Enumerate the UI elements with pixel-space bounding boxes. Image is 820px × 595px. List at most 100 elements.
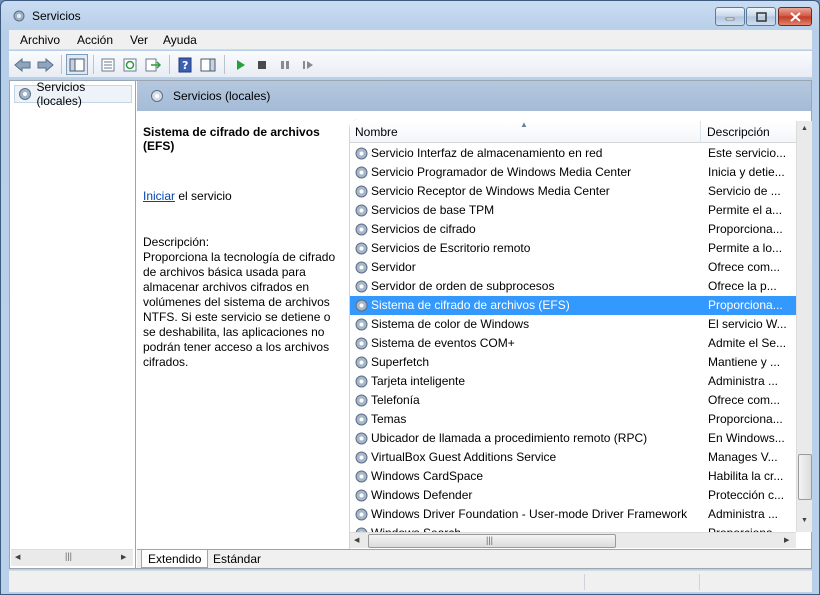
- restart-service-button[interactable]: [297, 54, 319, 75]
- forward-button[interactable]: [34, 54, 56, 75]
- tab-estandar[interactable]: Estándar: [207, 550, 267, 568]
- column-header-label: Descripción: [707, 125, 770, 139]
- table-row[interactable]: Servicio Programador de Windows Media Ce…: [350, 163, 796, 182]
- start-service-button[interactable]: [229, 54, 251, 75]
- gear-icon: [355, 413, 368, 426]
- scroll-grip-icon: |||: [486, 535, 494, 545]
- export-list-button[interactable]: [142, 54, 164, 75]
- tree-node-label: Servicios (locales): [36, 80, 86, 108]
- service-name: Servicios de base TPM: [371, 203, 495, 217]
- table-row[interactable]: Servidor Ofrece com...: [350, 258, 796, 277]
- gear-icon: [13, 10, 25, 22]
- service-description: El servicio W...: [708, 317, 787, 331]
- horizontal-scroll-thumb[interactable]: |||: [368, 534, 616, 548]
- scroll-right-icon[interactable]: ▶: [121, 553, 126, 561]
- table-row[interactable]: Windows SearchProporciona...: [350, 524, 796, 532]
- service-name: Servidor de orden de subprocesos: [371, 279, 555, 293]
- service-name: Windows CardSpace: [371, 469, 484, 483]
- service-name: Servicio Programador de Windows Media Ce…: [371, 165, 632, 179]
- table-row[interactable]: Superfetch Mantiene y ...: [350, 353, 796, 372]
- show-hide-tree-icon: [69, 58, 85, 71]
- table-row[interactable]: Windows Defender Protección c...: [350, 486, 796, 505]
- table-row[interactable]: Servicios de cifrado Proporciona...: [350, 220, 796, 239]
- gear-icon: [355, 261, 368, 274]
- service-name: Servicio Interfaz de almacenamiento en r…: [371, 146, 603, 160]
- refresh-icon: [123, 58, 137, 71]
- scroll-up-icon[interactable]: ▲: [801, 125, 808, 132]
- gear-icon: [19, 88, 31, 100]
- service-description: Proporciona...: [708, 222, 783, 236]
- service-description: Ofrece com...: [708, 393, 781, 407]
- menu-bar: Archivo Acción Ver Ayuda: [9, 30, 812, 50]
- start-service-link[interactable]: Iniciar: [143, 189, 175, 203]
- service-name: Sistema de eventos COM+: [371, 336, 515, 350]
- table-row[interactable]: Servicio Receptor de Windows Media Cente…: [350, 182, 796, 201]
- table-row[interactable]: Sistema de cifrado de archivos (EFS) Prop…: [350, 296, 796, 315]
- table-row[interactable]: Sistema de color de Windows El servicio W…: [350, 315, 796, 334]
- help-icon: ?: [178, 57, 192, 72]
- table-row[interactable]: Temas Proporciona...: [350, 410, 796, 429]
- list-vertical-scrollbar[interactable]: ▲ ▼: [796, 121, 812, 532]
- scroll-grip-icon: |||: [65, 551, 73, 561]
- gear-icon: [355, 337, 368, 350]
- table-row[interactable]: Windows CardSpace Habilita la cr...: [350, 467, 796, 486]
- table-row[interactable]: Sistema de eventos COM+ Admite el Se...: [350, 334, 796, 353]
- minimize-button[interactable]: [715, 7, 745, 26]
- start-service-icon: [237, 59, 245, 70]
- table-row[interactable]: Telefonía Ofrece com...: [350, 391, 796, 410]
- scroll-down-icon[interactable]: ▼: [801, 517, 808, 524]
- maximize-button[interactable]: [746, 7, 776, 26]
- show-hide-tree-button[interactable]: [66, 54, 88, 75]
- service-name: Servicios de Escritorio remoto: [371, 241, 531, 255]
- service-description: Ofrece la p...: [708, 279, 777, 293]
- close-icon: [789, 11, 801, 22]
- gear-icon: [355, 356, 368, 369]
- table-row[interactable]: VirtualBox Guest Additions Service Manage…: [350, 448, 796, 467]
- title-bar[interactable]: Servicios: [1, 1, 819, 31]
- scroll-left-icon[interactable]: ◀: [15, 553, 20, 561]
- properties-button[interactable]: [97, 54, 119, 75]
- refresh-button[interactable]: [119, 54, 141, 75]
- menu-accion[interactable]: Acción: [77, 33, 113, 47]
- service-description: Proporciona...: [708, 412, 783, 426]
- description-text: Proporciona la tecnología de cifrado de …: [143, 250, 336, 369]
- tab-extendido[interactable]: Extendido: [141, 550, 209, 568]
- show-hide-action-pane-icon: [200, 58, 216, 71]
- service-name: VirtualBox Guest Additions Service: [371, 450, 557, 464]
- table-row[interactable]: Windows Driver Foundation - User-mode Dr…: [350, 505, 796, 524]
- column-header-nombre[interactable]: ▲ Nombre: [350, 120, 701, 143]
- gear-icon: [355, 242, 368, 255]
- menu-archivo[interactable]: Archivo: [20, 33, 60, 47]
- tree-node-servicios-locales[interactable]: Servicios (locales): [14, 80, 132, 108]
- vertical-scroll-thumb[interactable]: [798, 454, 812, 500]
- minimize-icon: [725, 17, 735, 20]
- pause-service-icon: [281, 60, 289, 69]
- stop-service-icon: [258, 60, 266, 69]
- service-name: Superfetch: [371, 355, 430, 369]
- table-row[interactable]: Servidor de orden de subprocesos Ofrece l…: [350, 277, 796, 296]
- table-row[interactable]: Tarjeta inteligente Administra ...: [350, 372, 796, 391]
- tree-horizontal-scrollbar[interactable]: ◀ ||| ▶: [11, 549, 133, 566]
- service-description: Este servicio...: [708, 146, 787, 160]
- column-header-descripcion[interactable]: Descripción: [702, 121, 796, 143]
- gear-icon: [355, 432, 368, 445]
- service-description: En Windows...: [708, 431, 785, 445]
- table-row[interactable]: Servicio Interfaz de almacenamiento en r…: [350, 144, 796, 163]
- table-row[interactable]: Servicios de base TPM Permite el a...: [350, 201, 796, 220]
- pause-service-button[interactable]: [274, 54, 296, 75]
- table-row[interactable]: Ubicador de llamada a procedimiento remo…: [350, 429, 796, 448]
- list-horizontal-scrollbar[interactable]: ◀ ||| ▶: [350, 532, 796, 548]
- stop-service-button[interactable]: [251, 54, 273, 75]
- back-arrow-icon: [14, 57, 31, 72]
- scroll-right-icon[interactable]: ▶: [784, 536, 789, 544]
- show-hide-action-pane-button[interactable]: [197, 54, 219, 75]
- scroll-left-icon[interactable]: ◀: [354, 536, 359, 544]
- back-button[interactable]: [12, 54, 34, 75]
- table-row[interactable]: Servicios de Escritorio remoto Permite a …: [350, 239, 796, 258]
- help-button[interactable]: ?: [174, 54, 196, 75]
- sort-ascending-icon: ▲: [520, 120, 528, 129]
- close-button[interactable]: [778, 7, 812, 26]
- description-label: Descripción:: [143, 235, 210, 249]
- menu-ayuda[interactable]: Ayuda: [163, 33, 197, 47]
- menu-ver[interactable]: Ver: [130, 33, 148, 47]
